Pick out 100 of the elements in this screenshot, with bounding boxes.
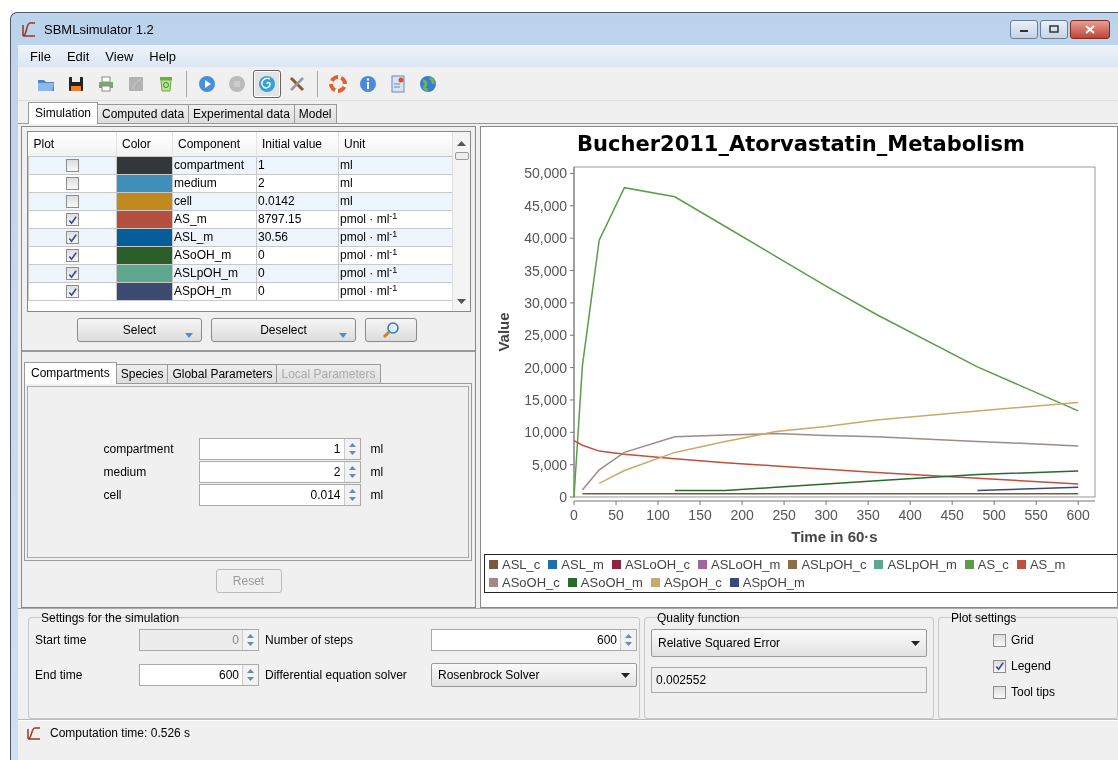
axis-tick-label: 500 [982,507,1006,523]
app-icon [26,724,42,741]
axis-tick-label: 15,000 [524,391,567,408]
number-spinner[interactable]: 600 [431,629,637,651]
column-header[interactable]: Color [116,132,173,156]
close-button[interactable] [1070,19,1110,39]
table-cell: ml [338,156,452,174]
checkbox[interactable] [66,231,79,245]
checkbox[interactable] [66,285,79,299]
tab[interactable]: Computed data [97,104,190,123]
field-label: medium [103,464,148,481]
minimize-button[interactable] [1010,19,1038,39]
number-spinner[interactable]: 2 [198,461,361,483]
maximize-button[interactable] [1040,19,1068,39]
tab[interactable]: Experimental data [188,104,295,123]
field-label: cell [103,487,123,504]
table-cell: compartment [172,156,257,174]
checkbox[interactable] [66,213,79,227]
checkbox[interactable] [66,267,79,281]
axis-tick-label: 0 [559,489,567,505]
tab[interactable]: Species [115,364,169,383]
axis-tick-label: 450 [940,507,964,523]
group-title: Quality function [657,611,741,625]
spin-arrows-icon [246,633,255,647]
tab[interactable]: Compartments [24,362,117,384]
checkbox[interactable] [66,195,79,209]
tab[interactable]: Global Parameters [167,364,278,383]
field-label: Number of steps [265,633,355,647]
result-field: 0.002552 [651,667,927,693]
legend-swatch [964,560,974,569]
column-header[interactable]: Initial value [256,132,339,156]
spin-arrows-icon [347,442,357,456]
table-cell: medium [172,174,257,192]
checkbox[interactable] [66,249,79,263]
legend-swatch [698,560,707,569]
dropdown-button[interactable]: Deselect [211,318,356,342]
scrollbar[interactable] [452,132,470,311]
axis-tick-label: 25,000 [524,327,567,344]
checkbox[interactable] [993,659,1006,673]
dropdown-button[interactable]: Select [77,318,202,342]
color-swatch[interactable] [116,156,173,174]
checkbox-label: Legend [1011,659,1052,673]
unit-label: ml [370,487,385,504]
table-cell: ASoOH_m [172,246,257,264]
number-spinner[interactable]: 600 [139,664,259,686]
legend-label: ASLoOH_m [711,557,781,572]
menu-item[interactable]: Help [141,46,185,66]
dropdown[interactable]: Relative Squared Error [651,629,927,657]
column-header[interactable]: Component [172,132,257,156]
menu-item[interactable]: Edit [58,46,98,66]
menu-item[interactable]: File [22,46,59,66]
tab[interactable]: Simulation [28,102,99,124]
search-button[interactable] [365,318,417,342]
axis-tick-label: 550 [1024,507,1048,523]
legend-swatch [729,578,739,587]
axis-tick-label: 20,000 [524,359,567,376]
close-icon [1085,24,1095,34]
axis-tick-label: 30,000 [524,294,567,311]
search-icon [381,320,401,340]
info-icon [358,73,378,94]
spin-arrows-icon [347,488,357,502]
checkbox[interactable] [66,177,79,191]
table-cell: 0 [256,282,339,300]
number-spinner[interactable]: 0.014 [198,484,361,506]
number-spinner[interactable]: 1 [198,438,361,460]
field-label: compartment [103,441,175,458]
dropdown[interactable]: Rosenbrock Solver [431,663,637,687]
axis-tick-label: 0 [570,507,578,523]
play-icon [197,73,217,94]
menu-item[interactable]: View [97,46,142,66]
tab: Local Parameters [276,364,381,383]
legend-label: AS_m [1029,557,1066,572]
axis-tick-label: 400 [898,507,922,523]
axis-tick-label: 300 [814,507,838,523]
caret-icon [185,333,193,339]
legend-swatch [567,578,577,587]
axis-tick-label: 350 [856,507,880,523]
checkbox[interactable] [993,685,1006,699]
caret-icon [339,333,347,339]
checkbox[interactable] [66,159,79,173]
caret-icon [911,641,920,647]
unit-label: ml [370,441,385,458]
axis-tick-label: 40,000 [524,230,567,247]
column-header[interactable]: Unit [338,132,452,156]
axis-tick-label: 10,000 [524,424,567,441]
legend-label: ASLpOH_m [887,557,957,572]
legend-label: ASL_c [502,557,541,572]
table-cell: 0 [256,246,339,264]
legend-label: ASLpOH_c [801,557,867,572]
scrollbar-thumb[interactable] [454,152,469,160]
table-cell: 2 [256,174,339,192]
app-icon [20,20,38,38]
axis-title: Value [495,312,512,352]
group-title: Plot settings [951,611,1018,625]
tab[interactable]: Model [293,104,337,123]
status-text: Computation time: 0.526 s [50,725,191,740]
column-header[interactable]: Plot [28,132,117,156]
checkbox[interactable] [993,633,1006,647]
legend-swatch [489,578,498,587]
legend-label: ASLoOH_c [624,557,690,572]
